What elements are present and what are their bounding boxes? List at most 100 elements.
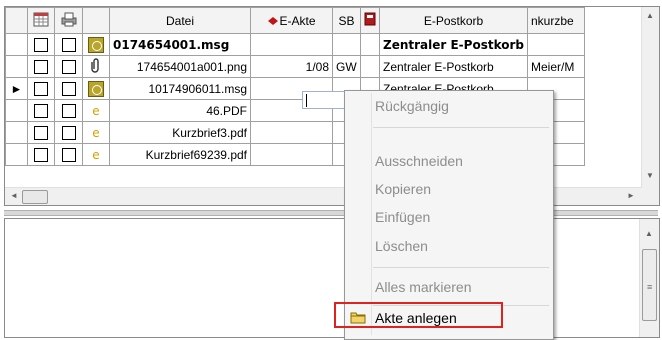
checkbox-cell xyxy=(54,121,83,144)
row-indicator xyxy=(5,121,28,144)
checkbox[interactable] xyxy=(34,147,48,162)
pane-splitter[interactable] xyxy=(4,210,658,216)
postkorb-cell[interactable]: Zentraler E-Postkorb xyxy=(379,33,528,56)
row-indicator: ► xyxy=(5,77,28,100)
nkurzbe-header[interactable]: nkurzbe xyxy=(527,7,585,34)
row-indicator xyxy=(5,99,28,122)
eakte-cell[interactable] xyxy=(250,33,333,56)
postkorb-cell[interactable]: Zentraler E-Postkorb xyxy=(379,55,528,78)
row-indicator xyxy=(5,33,28,56)
preview-pane[interactable]: ▲ ≡ xyxy=(4,218,660,338)
checkbox-cell xyxy=(54,143,83,166)
checkbox[interactable] xyxy=(61,125,76,140)
message-icon xyxy=(88,36,104,53)
scroll-grip-icon: ≡ xyxy=(647,282,653,292)
red-diamond-icon xyxy=(268,17,279,26)
datei-cell[interactable]: 0174654001.msg xyxy=(109,33,251,56)
checkbox-cell xyxy=(54,33,83,56)
checkbox[interactable] xyxy=(61,37,76,52)
eakte-cell[interactable] xyxy=(250,143,333,166)
sb-cell[interactable]: GW xyxy=(332,55,361,78)
menu-item-undo[interactable]: Rückgängig xyxy=(375,98,449,114)
scroll-up-arrow-icon[interactable]: ▲ xyxy=(646,11,654,20)
header-row: Datei E-Akte SB E-Postkorb nkurzbe xyxy=(5,7,585,34)
scroll-down-arrow-icon[interactable]: ▼ xyxy=(646,171,654,180)
pdf-e-icon: e xyxy=(82,143,110,166)
menu-item-copy[interactable]: Kopieren xyxy=(375,181,431,197)
calendar-grid-icon xyxy=(33,12,49,27)
folder-icon xyxy=(350,310,366,327)
extra-cell[interactable] xyxy=(527,33,585,56)
indicator-header xyxy=(5,7,28,34)
horizontal-scroll-thumb[interactable] xyxy=(22,190,48,204)
checkbox[interactable] xyxy=(34,103,48,118)
blank-cell xyxy=(360,33,380,56)
blank-cell xyxy=(360,55,380,78)
checkbox[interactable] xyxy=(34,37,48,52)
checkbox-cell xyxy=(54,77,83,100)
icon-cell xyxy=(82,55,110,78)
calendar-grid-header[interactable] xyxy=(27,7,55,34)
icon-cell xyxy=(82,33,110,56)
checkbox[interactable] xyxy=(61,103,76,118)
table-row[interactable]: 174654001a001.png 1/08 GW Zentraler E-Po… xyxy=(5,55,585,78)
message-icon xyxy=(88,80,104,97)
row-indicator xyxy=(5,143,28,166)
menu-separator xyxy=(373,267,549,268)
menu-item-cut[interactable]: Ausschneiden xyxy=(375,153,463,169)
eakte-header[interactable]: E-Akte xyxy=(250,7,333,34)
checkbox[interactable] xyxy=(34,125,48,140)
row-indicator xyxy=(5,55,28,78)
sb-header[interactable]: SB xyxy=(332,7,361,34)
pdf-e-icon: e xyxy=(82,121,110,144)
datei-cell[interactable]: Kurzbrief3.pdf xyxy=(109,121,251,144)
postkorb-header[interactable]: E-Postkorb xyxy=(379,7,528,34)
datei-header[interactable]: Datei xyxy=(109,7,251,34)
scroll-right-arrow-icon[interactable]: ► xyxy=(627,191,635,200)
printer-header[interactable] xyxy=(54,7,83,34)
grid-vertical-scrollbar[interactable]: ▲ ▼ xyxy=(641,7,659,205)
menu-item-create-file[interactable]: Akte anlegen xyxy=(375,310,457,326)
checkbox-cell xyxy=(27,77,55,100)
checkbox-cell xyxy=(27,121,55,144)
checkbox-cell xyxy=(54,99,83,122)
pdf-e-icon: e xyxy=(82,99,110,122)
menu-item-paste[interactable]: Einfügen xyxy=(375,209,430,225)
checkbox[interactable] xyxy=(34,59,48,74)
file-grid[interactable]: Datei E-Akte SB E-Postkorb nkurzbe 01746… xyxy=(4,6,660,206)
red-book-header[interactable] xyxy=(360,7,380,34)
table-row[interactable]: 0174654001.msg Zentraler E-Postkorb xyxy=(5,33,585,56)
paperclip-icon xyxy=(91,58,99,73)
text-caret xyxy=(306,94,307,107)
datei-cell[interactable]: 10174906011.msg xyxy=(109,77,251,100)
checkbox-cell xyxy=(27,143,55,166)
menu-item-select-all[interactable]: Alles markieren xyxy=(375,279,471,295)
red-book-icon xyxy=(364,12,376,26)
eakte-cell[interactable]: 1/08 xyxy=(250,55,333,78)
preview-vertical-scrollbar[interactable]: ▲ ≡ xyxy=(639,219,659,337)
menu-gutter xyxy=(371,93,372,335)
menu-item-delete[interactable]: Löschen xyxy=(375,238,428,254)
printer-icon xyxy=(61,12,76,27)
checkbox[interactable] xyxy=(61,147,76,162)
checkbox[interactable] xyxy=(61,59,76,74)
checkbox-cell xyxy=(27,33,55,56)
datei-cell[interactable]: 46.PDF xyxy=(109,99,251,122)
sb-cell[interactable] xyxy=(332,33,361,56)
type-icon-header xyxy=(82,7,110,34)
eakte-header-label: E-Akte xyxy=(279,13,316,28)
eakte-cell[interactable] xyxy=(250,121,333,144)
menu-separator xyxy=(373,127,549,128)
vertical-scroll-thumb[interactable]: ≡ xyxy=(642,249,657,321)
checkbox-cell xyxy=(27,55,55,78)
checkbox[interactable] xyxy=(61,81,76,96)
scroll-left-arrow-icon[interactable]: ◄ xyxy=(10,191,18,200)
icon-cell xyxy=(82,77,110,100)
checkbox-cell xyxy=(27,99,55,122)
datei-cell[interactable]: Kurzbrief69239.pdf xyxy=(109,143,251,166)
extra-cell[interactable]: Meier/M xyxy=(527,55,585,78)
checkbox[interactable] xyxy=(34,81,48,96)
scroll-up-arrow-icon[interactable]: ▲ xyxy=(645,229,653,238)
checkbox-cell xyxy=(54,55,83,78)
datei-cell[interactable]: 174654001a001.png xyxy=(109,55,251,78)
